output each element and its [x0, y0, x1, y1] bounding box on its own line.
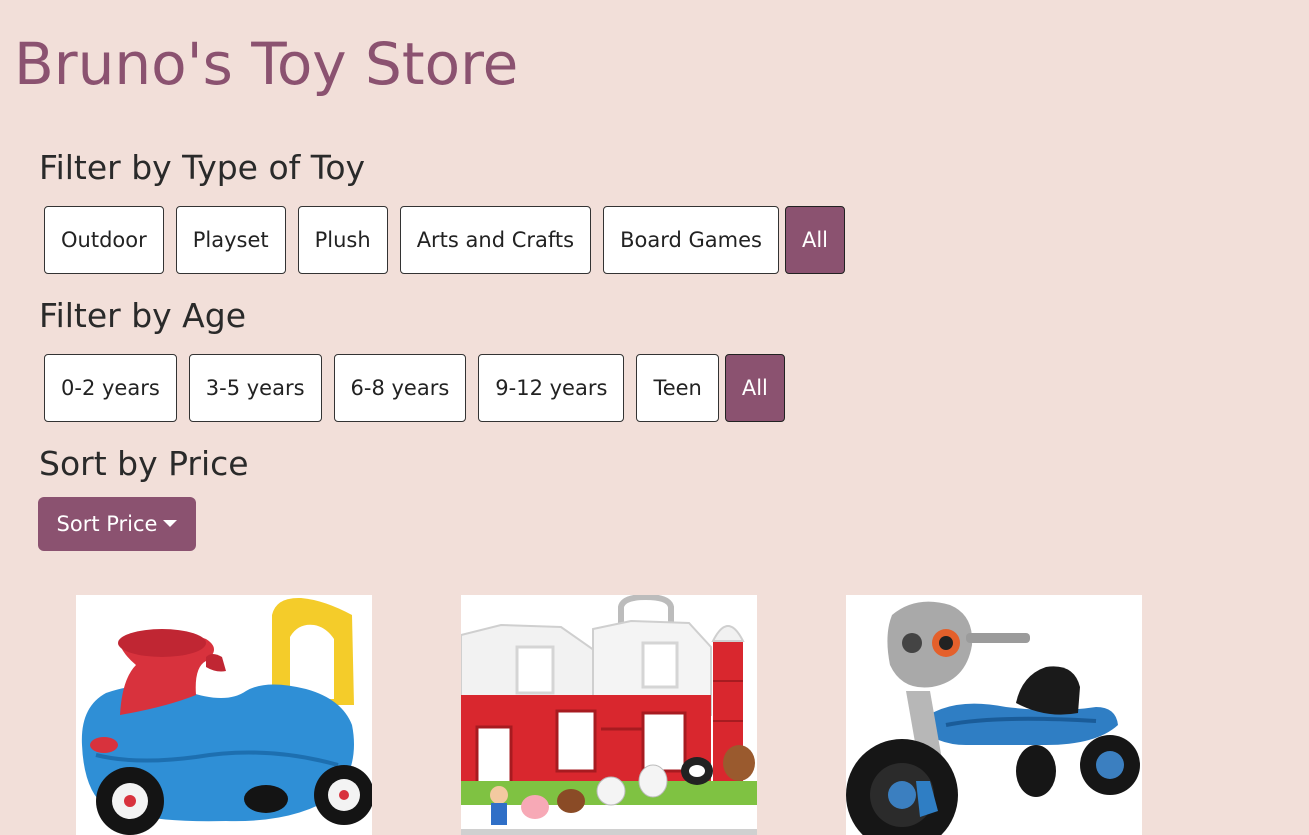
type-filter-board-games-button[interactable]: Board Games — [603, 206, 779, 274]
product-card-ride-on-car[interactable] — [76, 595, 372, 835]
age-filter-3-5-button[interactable]: 3-5 years — [188, 354, 322, 422]
age-filter-group: 0-2 years 3-5 years 6-8 years 9-12 years… — [44, 354, 785, 422]
type-filter-playset-button[interactable]: Playset — [175, 206, 286, 274]
type-filter-plush-button[interactable]: Plush — [297, 206, 388, 274]
product-card-farm-playset[interactable] — [461, 595, 757, 835]
sort-price-dropdown-button[interactable]: Sort Price — [38, 497, 196, 551]
tricycle-image — [846, 595, 1142, 835]
farm-playset-image — [461, 595, 757, 835]
age-filter-9-12-button[interactable]: 9-12 years — [478, 354, 625, 422]
age-filter-heading: Filter by Age — [39, 296, 247, 335]
age-filter-6-8-button[interactable]: 6-8 years — [333, 354, 467, 422]
product-card-tricycle[interactable] — [846, 595, 1142, 835]
type-filter-group: Outdoor Playset Plush Arts and Crafts Bo… — [44, 206, 845, 274]
age-filter-all-button[interactable]: All — [724, 354, 785, 422]
type-filter-all-button[interactable]: All — [784, 206, 845, 274]
sort-price-label: Sort Price — [56, 512, 158, 536]
page-title: Bruno's Toy Store — [14, 30, 519, 98]
type-filter-outdoor-button[interactable]: Outdoor — [44, 206, 164, 274]
age-filter-0-2-button[interactable]: 0-2 years — [44, 354, 177, 422]
type-filter-heading: Filter by Type of Toy — [39, 148, 366, 187]
ride-on-car-image — [76, 595, 372, 835]
age-filter-teen-button[interactable]: Teen — [636, 354, 719, 422]
type-filter-arts-and-crafts-button[interactable]: Arts and Crafts — [399, 206, 592, 274]
caret-down-icon — [163, 519, 178, 527]
sort-heading: Sort by Price — [39, 444, 249, 483]
